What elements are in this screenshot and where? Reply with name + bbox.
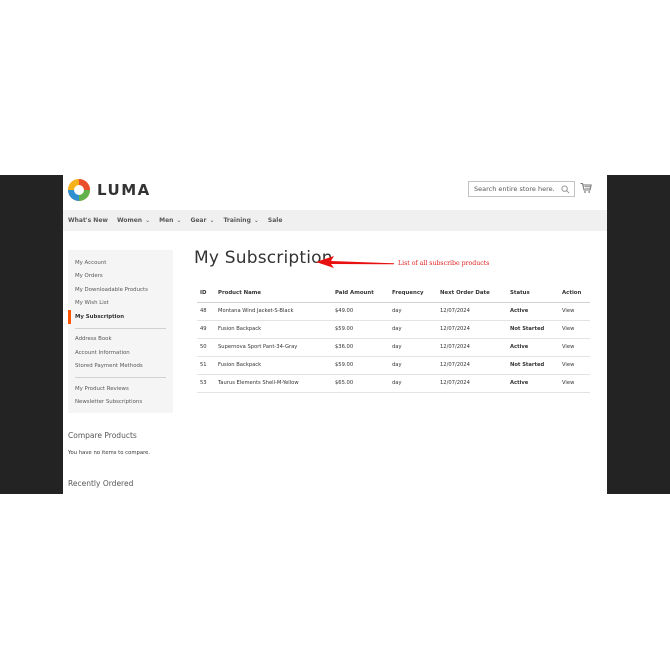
luma-logo-icon [68,179,90,201]
compare-products-title: Compare Products [68,431,137,440]
chevron-down-icon: ⌄ [253,217,259,224]
column-header: ID [197,285,215,303]
account-link-stored-payment-methods[interactable]: Stored Payment Methods [68,360,173,374]
stage: LUMA What's New Women⌄ Men⌄ Gear⌄ Traini… [0,0,670,670]
nav-label: Men [159,217,174,224]
compare-empty-text: You have no items to compare. [68,450,151,456]
table-header-row: ID Product Name Paid Amount Frequency Ne… [197,285,590,303]
column-header: Status [507,285,559,303]
account-link-downloadable-products[interactable]: My Downloadable Products [68,283,173,297]
nav-men[interactable]: Men ⌄ [159,217,181,224]
page-title: My Subscription [194,248,333,268]
left-letterbox [0,175,63,494]
status-badge: Active [507,302,559,321]
cell-paid-amount: $59.00 [332,356,389,375]
account-link-account-information[interactable]: Account Information [68,346,173,360]
column-header: Next Order Date [437,285,507,303]
view-link[interactable]: View [559,320,590,339]
nav-label: Women [116,217,143,224]
nav-label: Sale [267,217,283,224]
cell-id: 50 [197,338,215,357]
view-link[interactable]: View [559,302,590,321]
account-link-product-reviews[interactable]: My Product Reviews [68,382,173,396]
table-row: 49 Fusion Backpack $59.00 day 12/07/2024… [197,320,590,339]
nav-label: Training [223,217,251,224]
nav-whats-new[interactable]: What's New [68,217,108,224]
view-link[interactable]: View [559,338,590,357]
cell-product-name: Taurus Elements Shell-M-Yellow [215,374,332,393]
chevron-down-icon: ⌄ [145,217,151,224]
cell-paid-amount: $49.00 [332,302,389,321]
table-row: 48 Montana Wind Jacket-S-Black $49.00 da… [197,302,590,321]
chevron-down-icon: ⌄ [176,217,182,224]
cell-next-order-date: 12/07/2024 [437,374,507,393]
cell-paid-amount: $36.00 [332,338,389,357]
nav-label: What's New [68,217,108,224]
search-input[interactable] [474,185,554,193]
account-link-my-orders[interactable]: My Orders [68,270,173,284]
recently-ordered-title: Recently Ordered [68,479,134,488]
column-header: Frequency [389,285,437,303]
cell-id: 49 [197,320,215,339]
cell-paid-amount: $59.00 [332,320,389,339]
chevron-down-icon: ⌄ [209,217,215,224]
store-logo[interactable]: LUMA [68,179,151,201]
cell-next-order-date: 12/07/2024 [437,302,507,321]
nav-women[interactable]: Women ⌄ [117,217,150,224]
account-link-newsletter-subscriptions[interactable]: Newsletter Subscriptions [68,396,173,410]
cell-frequency: day [389,302,437,321]
subscription-table: ID Product Name Paid Amount Frequency Ne… [197,285,590,393]
annotation-text: List of all subscribe products [398,260,490,267]
cell-next-order-date: 12/07/2024 [437,320,507,339]
table-row: 51 Fusion Backpack $59.00 day 12/07/2024… [197,356,590,375]
cell-frequency: day [389,320,437,339]
divider [75,327,166,329]
cell-product-name: Fusion Backpack [215,356,332,375]
divider [75,377,166,378]
column-header: Paid Amount [332,285,389,303]
nav-label: Gear [190,217,207,224]
search-box [468,181,575,197]
status-badge: Not Started [507,320,559,339]
cell-id: 51 [197,356,215,375]
cell-id: 53 [197,374,215,393]
account-sidebar: My Account My Orders My Downloadable Pro… [68,250,173,413]
status-badge: Active [507,338,559,357]
account-link-my-subscription: My Subscription [68,310,173,324]
column-header: Action [559,285,590,303]
main-navigation: What's New Women ⌄ Men ⌄ Gear ⌄ Training ⌄ S… [63,210,607,231]
search-icon[interactable] [561,185,570,194]
view-link[interactable]: View [559,374,590,393]
cell-frequency: day [389,356,437,375]
right-letterbox [607,175,670,494]
cell-product-name: Montana Wind Jacket-S-Black [215,302,332,321]
account-link-wish-list[interactable]: My Wish List [68,297,173,311]
table-row: 53 Taurus Elements Shell-M-Yellow $65.00… [197,374,590,393]
cell-product-name: Fusion Backpack [215,320,332,339]
table-row: 50 Supernova Sport Pant-34-Gray $36.00 d… [197,338,590,357]
status-badge: Not Started [507,356,559,375]
nav-sale[interactable]: Sale [268,217,283,224]
annotation-arrow-icon [316,256,394,268]
account-link-my-account[interactable]: My Account [68,256,173,270]
cell-id: 48 [197,302,215,321]
cell-product-name: Supernova Sport Pant-34-Gray [215,338,332,357]
cell-frequency: day [389,374,437,393]
cart-icon[interactable] [580,182,592,194]
cell-next-order-date: 12/07/2024 [437,338,507,357]
status-badge: Active [507,374,559,393]
nav-training[interactable]: Training ⌄ [223,217,258,224]
view-link[interactable]: View [559,356,590,375]
account-link-address-book[interactable]: Address Book [68,333,173,347]
column-header: Product Name [215,285,332,303]
cell-next-order-date: 12/07/2024 [437,356,507,375]
browser-viewport: LUMA What's New Women⌄ Men⌄ Gear⌄ Traini… [63,175,607,494]
cell-paid-amount: $65.00 [332,374,389,393]
cell-frequency: day [389,338,437,357]
logo-text: LUMA [97,181,151,199]
nav-gear[interactable]: Gear ⌄ [190,217,214,224]
